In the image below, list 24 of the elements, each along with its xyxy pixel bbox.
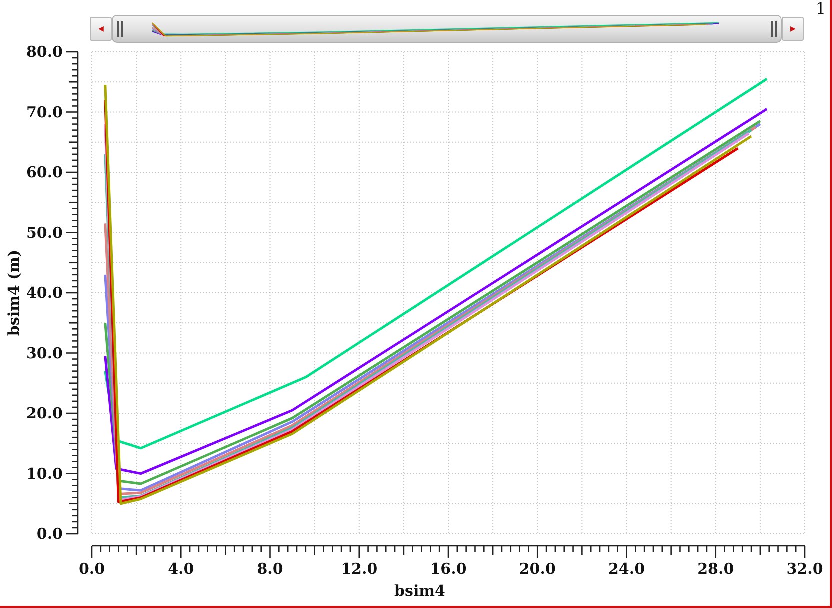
y-tick-label: 0.0	[36, 525, 63, 543]
x-tick-label: 12.0	[341, 560, 378, 578]
x-tick-label: 28.0	[698, 560, 734, 578]
x-tick-label: 4.0	[168, 560, 194, 578]
x-tick-label: 8.0	[257, 560, 284, 578]
y-tick-label: 70.0	[26, 103, 63, 122]
y-tick-label: 40.0	[26, 284, 63, 302]
grip-icon[interactable]	[117, 21, 123, 37]
y-tick-label: 20.0	[26, 404, 63, 422]
corner-label: 1	[816, 0, 826, 18]
x-tick-label: 24.0	[608, 560, 646, 578]
x-tick-label: 16.0	[430, 560, 467, 578]
x-tick-label: 20.0	[519, 560, 556, 578]
y-tick-label: 10.0	[26, 464, 63, 483]
x-tick-label: 0.0	[78, 560, 106, 578]
grip-icon[interactable]	[771, 21, 777, 37]
y-tick-label: 80.0	[26, 44, 63, 61]
x-axis-title: bsim4	[394, 582, 446, 600]
y-tick-label: 30.0	[26, 344, 63, 362]
y-axis-title: bsim4 (m)	[5, 250, 23, 336]
y-tick-label: 50.0	[26, 224, 63, 242]
x-tick-label: 32.0	[786, 560, 824, 578]
y-tick-label: 60.0	[26, 164, 63, 182]
overview-scrollbar[interactable]	[112, 15, 782, 43]
